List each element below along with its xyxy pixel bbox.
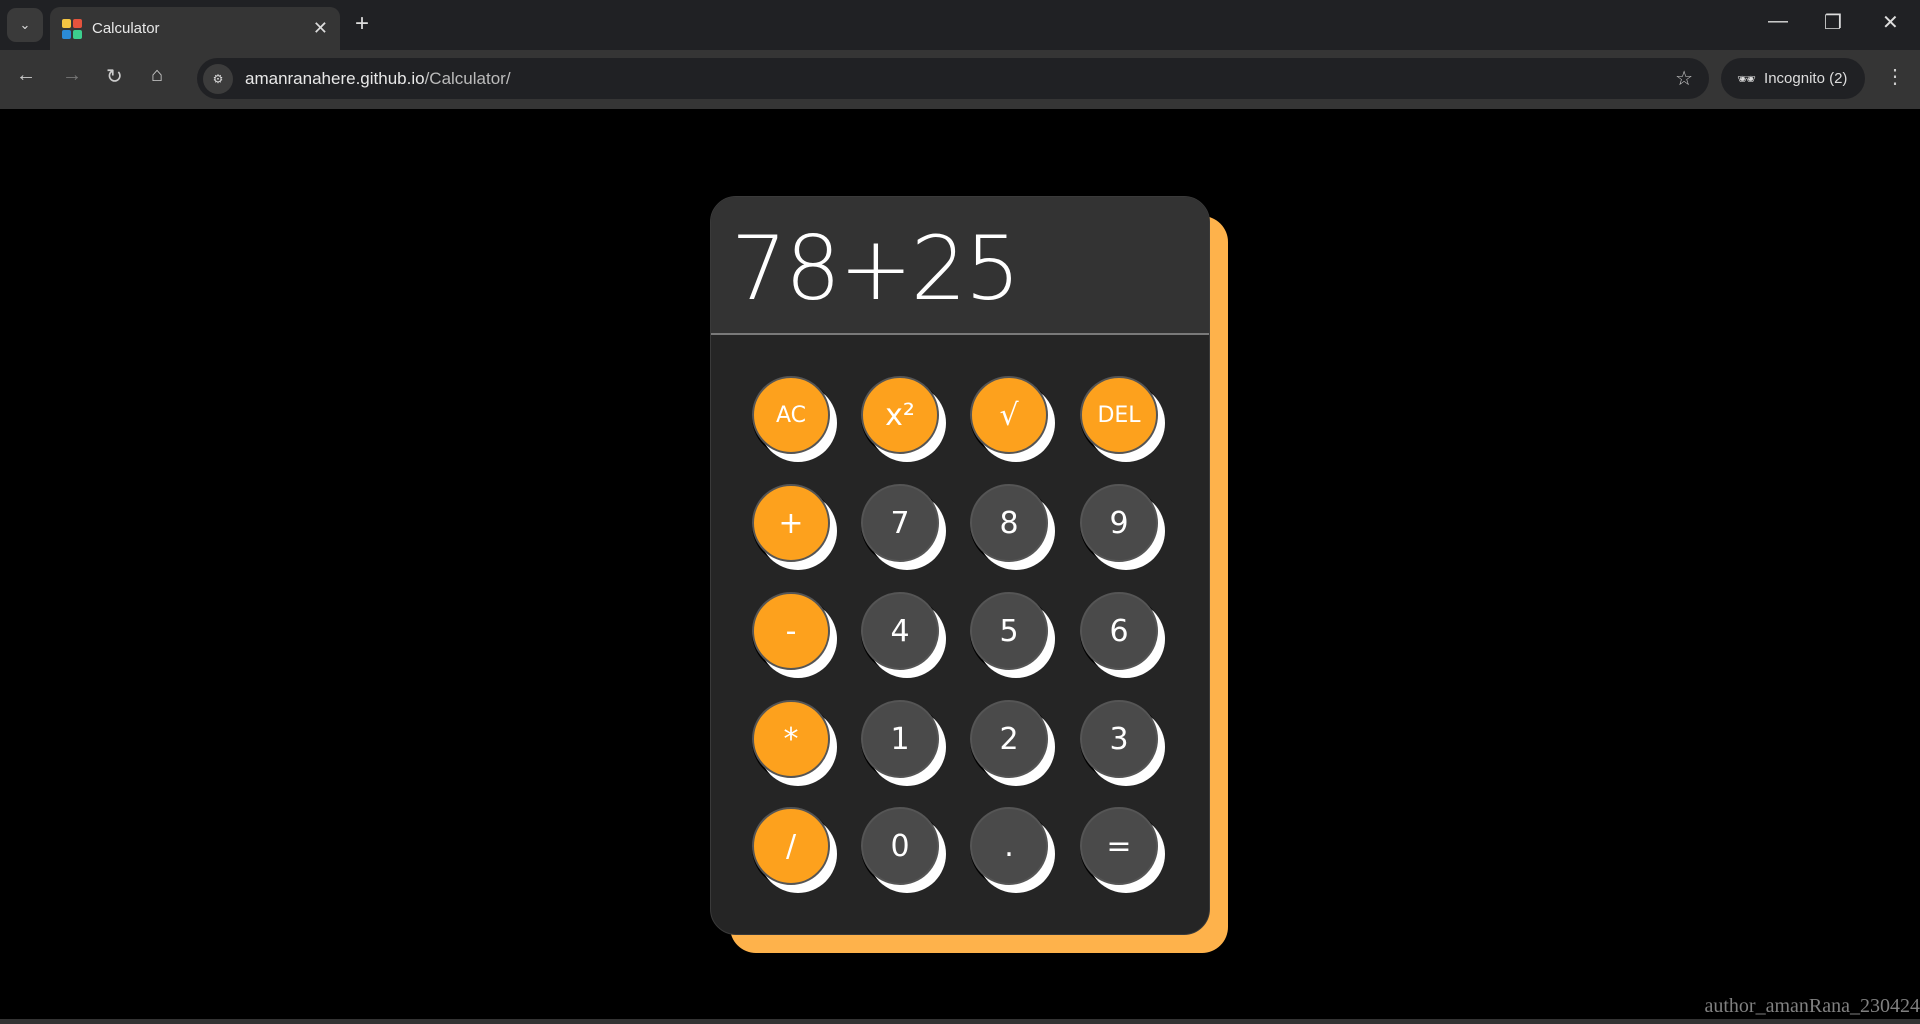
restore-icon[interactable]: ❐ [1824,10,1842,35]
browser-toolbar: ← → ↻ ⌂ ⚙ amanranahere.github.io/Calcula… [0,50,1920,109]
address-bar[interactable]: ⚙ amanranahere.github.io/Calculator/ ☆ [197,58,1709,99]
key-button[interactable]: 2 [970,700,1048,778]
key-button[interactable]: 0 [861,807,939,885]
bottom-border [0,1019,1920,1024]
key-button[interactable]: 1 [861,700,939,778]
key-button[interactable]: AC [752,376,830,454]
author-credit: author_amanRana_230424 [1704,995,1920,1017]
forward-icon[interactable]: → [62,64,82,87]
url-path: /Calculator/ [424,68,511,88]
calculator-display: 78+25 [711,197,1209,335]
key-button[interactable]: / [752,807,830,885]
close-tab-icon[interactable]: ✕ [313,18,328,39]
key-button[interactable]: - [752,592,830,670]
new-tab-button[interactable]: + [355,10,369,38]
tab-bar: ⌄ Calculator ✕ + — ❐ ✕ [0,0,1920,50]
key-button[interactable]: 6 [1080,592,1158,670]
key-button[interactable]: √ [970,376,1048,454]
calculator-favicon-icon [62,18,82,39]
back-icon[interactable]: ← [16,64,36,87]
key-button[interactable]: DEL [1080,376,1158,454]
key-button[interactable]: . [970,807,1048,885]
key-button[interactable]: 8 [970,484,1048,562]
key-button[interactable]: 4 [861,592,939,670]
tab-search-button[interactable]: ⌄ [7,8,43,42]
chevron-down-icon: ⌄ [19,17,31,32]
key-button[interactable]: 5 [970,592,1048,670]
bookmark-star-icon[interactable]: ☆ [1675,66,1693,91]
home-icon[interactable]: ⌂ [151,64,163,87]
key-button[interactable]: 7 [861,484,939,562]
minimize-icon[interactable]: — [1768,10,1788,33]
key-button[interactable]: x² [861,376,939,454]
key-button[interactable]: 3 [1080,700,1158,778]
key-button[interactable]: = [1080,807,1158,885]
site-settings-icon[interactable]: ⚙ [203,63,233,94]
reload-icon[interactable]: ↻ [106,64,123,89]
close-window-icon[interactable]: ✕ [1882,10,1899,35]
tab-title: Calculator [92,20,160,37]
incognito-label: Incognito (2) [1764,70,1848,87]
tab-calculator[interactable]: Calculator ✕ [50,7,340,50]
key-button[interactable]: * [752,700,830,778]
key-button[interactable]: + [752,484,830,562]
more-menu-icon[interactable]: ⋮ [1885,64,1905,89]
key-button[interactable]: 9 [1080,484,1158,562]
incognito-icon: 🕶 [1737,70,1757,88]
incognito-button[interactable]: 🕶 Incognito (2) [1721,58,1865,99]
url-host: amanranahere.github.io [245,68,425,88]
